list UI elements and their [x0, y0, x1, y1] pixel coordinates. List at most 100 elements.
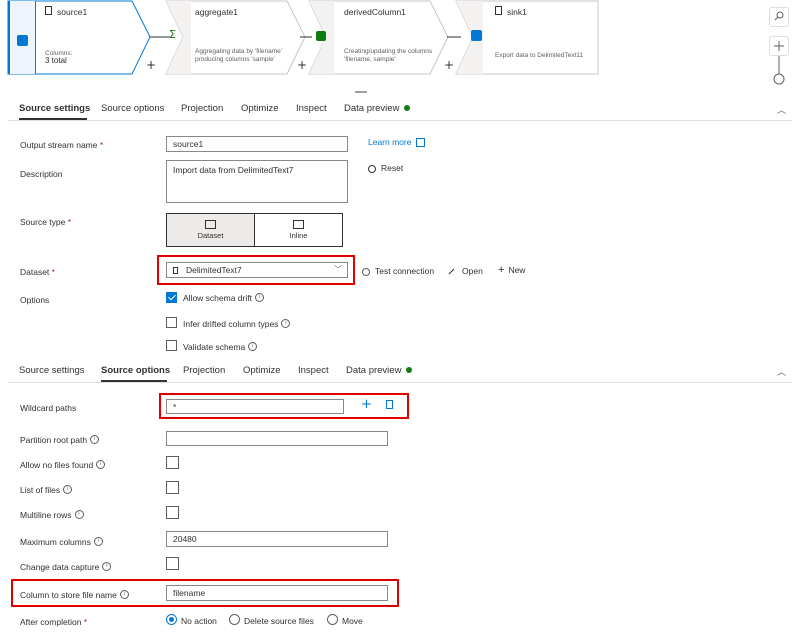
node-desc-line1: Export data to DelimitedText11: [495, 52, 584, 59]
table-icon: [205, 220, 216, 229]
tab-projection[interactable]: Projection: [183, 365, 225, 376]
tab-source-options[interactable]: Source options: [101, 103, 164, 114]
tab-source-settings[interactable]: Source settings: [19, 103, 90, 114]
column-store-label: Column to store file name i: [20, 590, 129, 600]
tab-projection[interactable]: Projection: [181, 103, 223, 114]
move-radio[interactable]: [327, 614, 338, 625]
derived-column-icon: [316, 31, 326, 41]
source-type-label: Source type *: [20, 217, 72, 227]
delete-wildcard-button[interactable]: [386, 400, 393, 411]
output-stream-label: Output stream name *: [20, 140, 104, 150]
list-of-files-checkbox[interactable]: [166, 481, 179, 494]
after-completion-label: After completion *: [20, 617, 88, 627]
no-action-radio[interactable]: [166, 614, 177, 625]
no-action-label: No action: [181, 616, 217, 626]
node-desc-line2: producing columns 'sample': [195, 56, 275, 63]
source-type-inline-button[interactable]: Inline: [254, 213, 343, 247]
info-icon: i: [90, 435, 100, 444]
allow-schema-drift-checkbox[interactable]: [166, 292, 177, 303]
pipeline-node-source1[interactable]: source1 Columns: 3 total +: [0, 0, 160, 76]
maximum-columns-input[interactable]: 20480: [166, 531, 388, 547]
pipeline-node-derivedcolumn1[interactable]: derivedColumn1 Creating/updating the col…: [308, 0, 458, 76]
pipeline-canvas: source1 Columns: 3 total + Σ aggregate1 …: [0, 0, 796, 94]
source-type-dataset-button[interactable]: Dataset: [166, 213, 255, 247]
add-wildcard-button[interactable]: +: [361, 397, 372, 412]
node-title: derivedColumn1: [344, 7, 406, 17]
tab-source-options[interactable]: Source options: [101, 365, 170, 376]
collapse-chevron-icon[interactable]: ︿: [777, 365, 786, 378]
tab-inspect[interactable]: Inspect: [298, 365, 329, 376]
tab-label: Data preview: [344, 103, 400, 114]
plug-icon: [362, 267, 370, 276]
list-of-files-label: List of files i: [20, 485, 73, 495]
reset-button[interactable]: Reset: [368, 163, 403, 173]
info-icon: i: [63, 485, 73, 494]
trash-icon: [386, 400, 393, 409]
reset-icon: [368, 164, 376, 173]
node-shape: [165, 0, 306, 75]
tab-optimize[interactable]: Optimize: [243, 365, 280, 376]
dataset-select[interactable]: DelimitedText7 ﹀: [166, 262, 348, 278]
info-icon: i: [93, 537, 103, 546]
partition-root-input[interactable]: [166, 431, 388, 446]
pane-resize-handle[interactable]: [355, 90, 367, 94]
multiline-rows-label: Multiline rows i: [20, 510, 84, 520]
move-label: Move: [342, 616, 363, 626]
open-button[interactable]: Open: [448, 266, 483, 276]
source-node-icon: [17, 35, 28, 46]
info-icon: i: [96, 460, 106, 469]
description-label: Description: [20, 169, 63, 179]
pencil-icon: [448, 268, 455, 275]
collapse-chevron-icon[interactable]: ︿: [777, 103, 786, 116]
tabs-divider: [8, 120, 792, 121]
add-after-aggregate-icon[interactable]: +: [297, 58, 307, 72]
node-desc-line2: 3 total: [45, 56, 67, 65]
tab-source-settings[interactable]: Source settings: [19, 365, 84, 376]
tab-data-preview[interactable]: Data preview: [346, 365, 413, 376]
column-store-input[interactable]: filename: [166, 585, 388, 601]
settings-tabs: Source settings Source options Projectio…: [0, 100, 796, 122]
validate-schema-label: Validate schema i: [183, 342, 258, 352]
node-title: source1: [57, 7, 88, 17]
validate-schema-checkbox[interactable]: [166, 340, 177, 351]
aggregate-icon: Σ: [169, 28, 176, 41]
test-connection-button[interactable]: Test connection: [362, 266, 434, 276]
new-button[interactable]: + New: [498, 264, 525, 276]
status-dot-icon: [406, 367, 413, 374]
options-label: Options: [20, 295, 50, 305]
node-desc-line2: 'filename, sample': [344, 56, 396, 63]
add-after-derived-icon[interactable]: +: [444, 58, 454, 72]
pipeline-node-aggregate1[interactable]: Σ aggregate1 Aggregating data by 'filena…: [165, 0, 315, 76]
infer-drifted-checkbox[interactable]: [166, 317, 177, 328]
info-icon: i: [254, 293, 264, 302]
dataset-icon: [173, 267, 178, 275]
add-after-source-icon[interactable]: +: [146, 58, 156, 72]
info-icon: i: [119, 590, 129, 599]
tab-data-preview[interactable]: Data preview: [344, 103, 411, 114]
info-icon: i: [102, 562, 112, 571]
allow-no-files-checkbox[interactable]: [166, 456, 179, 469]
status-dot-icon: [404, 105, 411, 112]
zoom-slider[interactable]: [772, 56, 786, 92]
delete-source-files-radio[interactable]: [229, 614, 240, 625]
multiline-rows-checkbox[interactable]: [166, 506, 179, 519]
pipeline-node-sink1[interactable]: sink1 Export data to DelimitedText11: [455, 0, 605, 76]
settings-tabs-options: Source settings Source options Projectio…: [0, 362, 796, 384]
plus-icon: +: [498, 264, 505, 276]
tab-inspect[interactable]: Inspect: [296, 103, 327, 114]
zoom-in-icon[interactable]: [769, 36, 789, 56]
info-icon: i: [248, 342, 258, 351]
learn-more-link[interactable]: Learn more: [368, 137, 425, 148]
description-textarea[interactable]: Import data from DelimitedText7: [166, 160, 348, 203]
output-stream-input[interactable]: source1: [166, 136, 348, 152]
info-icon: i: [74, 510, 84, 519]
info-icon: i: [281, 319, 291, 328]
dataset-icon: [495, 6, 502, 15]
tab-label: Data preview: [346, 365, 402, 376]
tab-optimize[interactable]: Optimize: [241, 103, 278, 114]
change-data-capture-checkbox[interactable]: [166, 557, 179, 570]
wildcard-path-input[interactable]: *: [166, 399, 344, 414]
dataset-icon: [45, 6, 52, 15]
dataset-label: Dataset *: [20, 267, 55, 277]
search-icon[interactable]: [769, 7, 789, 27]
